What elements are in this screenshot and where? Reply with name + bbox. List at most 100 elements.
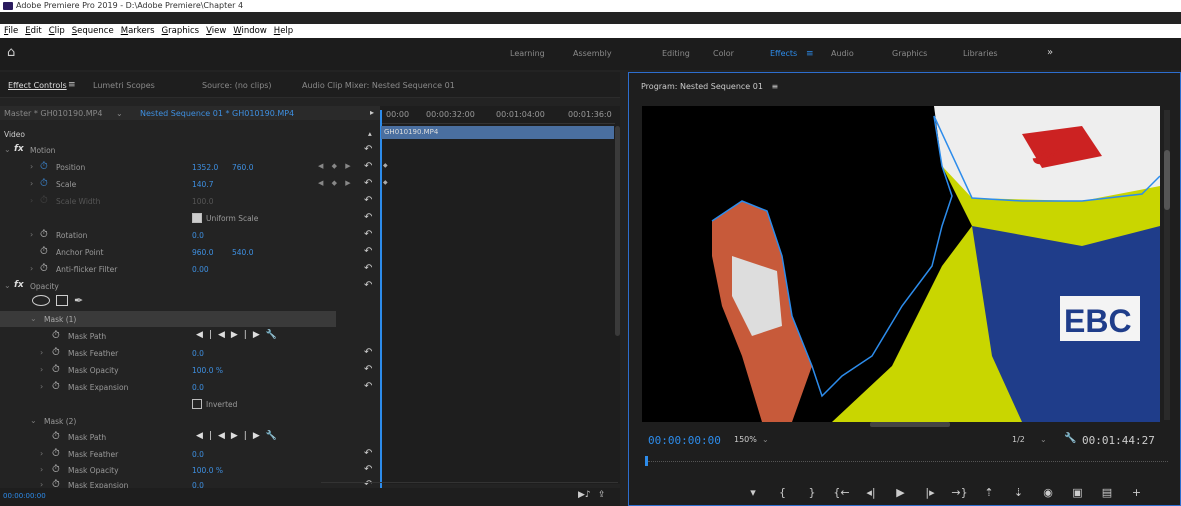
effect-controls-timecode[interactable]: 00:00:00:00	[3, 492, 46, 500]
timeline-clip[interactable]: GH010190.MP4	[381, 126, 614, 139]
menu-graphics[interactable]: Graphics	[162, 24, 200, 38]
mark-out-icon[interactable]: }	[799, 486, 825, 499]
scroll-up-icon[interactable]: ▴	[368, 129, 372, 138]
chevron-down-icon[interactable]: ⌄	[4, 145, 11, 154]
menu-help[interactable]: Help	[274, 24, 293, 38]
reset-icon[interactable]: ↶	[364, 364, 372, 375]
chevron-down-icon[interactable]: ⌄	[30, 314, 37, 323]
inverted-checkbox[interactable]	[192, 399, 202, 409]
chevron-right-icon[interactable]: ›	[30, 230, 33, 239]
scale-value[interactable]: 140.7	[192, 180, 213, 189]
reset-icon[interactable]: ↶	[364, 144, 372, 155]
reset-icon[interactable]: ↶	[364, 381, 372, 392]
anti-flicker-value[interactable]: 0.00	[192, 265, 209, 274]
workspace-audio[interactable]: Audio	[831, 49, 854, 58]
stopwatch-icon[interactable]: ⏱	[40, 229, 48, 240]
master-clip-label[interactable]: Master * GH010190.MP4	[4, 109, 103, 118]
mask-opacity-value[interactable]: 100.0 %	[192, 466, 223, 475]
panel-menu-icon[interactable]: ≡	[68, 80, 76, 90]
go-to-in-icon[interactable]: {←	[829, 486, 855, 499]
settings-wrench-icon[interactable]: 🔧	[1064, 433, 1076, 444]
anchor-x-value[interactable]: 960.0	[192, 248, 213, 257]
fx-icon[interactable]: fx	[14, 280, 24, 290]
stopwatch-icon[interactable]: ⏱	[40, 246, 48, 257]
reset-icon[interactable]: ↶	[364, 195, 372, 206]
tab-source[interactable]: Source: (no clips)	[202, 81, 272, 90]
chevron-right-icon[interactable]: ›	[30, 162, 33, 171]
playhead[interactable]	[380, 110, 382, 488]
multi-camera-icon[interactable]: ▤	[1094, 486, 1120, 499]
keyframe-nav-icon[interactable]: ◀ ◆ ▶	[318, 179, 354, 187]
stopwatch-icon[interactable]: ⏱	[52, 364, 60, 375]
reset-icon[interactable]: ↶	[364, 161, 372, 172]
export-frame-icon[interactable]: ◉	[1035, 486, 1061, 499]
workspace-graphics[interactable]: Graphics	[892, 49, 927, 58]
reset-icon[interactable]: ↶	[364, 246, 372, 257]
reset-icon[interactable]: ↶	[364, 464, 372, 475]
workspace-libraries[interactable]: Libraries	[963, 49, 998, 58]
reset-icon[interactable]: ↶	[364, 229, 372, 240]
chevron-down-icon[interactable]: ⌄	[1040, 435, 1047, 444]
menu-clip[interactable]: Clip	[49, 24, 65, 38]
program-vertical-scrollbar[interactable]	[1164, 110, 1170, 420]
uniform-scale-checkbox[interactable]	[192, 213, 202, 223]
stopwatch-icon[interactable]: ⏱	[52, 381, 60, 392]
effect-timeline-zoom-bar[interactable]	[321, 482, 618, 487]
step-forward-icon[interactable]: |▸	[917, 486, 943, 499]
chevron-down-icon[interactable]: ⌄	[762, 435, 769, 444]
mask-expansion-value[interactable]: 0.0	[192, 383, 204, 392]
reset-icon[interactable]: ↶	[364, 212, 372, 223]
workspace-effects[interactable]: Effects	[770, 49, 797, 58]
resolution-select[interactable]: 1/2	[1012, 435, 1025, 444]
workspace-learning[interactable]: Learning	[510, 49, 545, 58]
play-icon[interactable]: ▶	[888, 486, 914, 499]
export-icon[interactable]: ⇪	[598, 490, 606, 500]
extract-icon[interactable]: ⇣	[1006, 486, 1032, 499]
chevron-down-icon[interactable]: ⌄	[30, 416, 37, 425]
mask-track-controls-icon[interactable]: ◀|◀▶|▶🔧	[196, 330, 283, 340]
rectangle-mask-icon[interactable]	[56, 295, 68, 306]
chevron-right-icon[interactable]: ›	[40, 365, 43, 374]
stopwatch-icon[interactable]: ⏱	[52, 448, 60, 459]
keyframe-nav-icon[interactable]: ◀ ◆ ▶	[318, 162, 354, 170]
opacity-effect-row[interactable]: ⌄ fx Opacity ↶	[0, 278, 380, 294]
mask-track-controls-icon[interactable]: ◀|◀▶|▶🔧	[196, 431, 283, 441]
go-to-out-icon[interactable]: →}	[947, 486, 973, 499]
sequence-clip-label[interactable]: Nested Sequence 01 * GH010190.MP4	[140, 109, 294, 118]
chevron-right-icon[interactable]: ›	[40, 465, 43, 474]
zoom-level-select[interactable]: 150%	[734, 435, 757, 444]
stopwatch-icon[interactable]: ⏱	[52, 464, 60, 475]
program-time-ruler[interactable]	[648, 461, 1168, 467]
tab-lumetri-scopes[interactable]: Lumetri Scopes	[93, 81, 155, 90]
panel-menu-icon[interactable]: ≡	[771, 82, 778, 91]
keyframe-icon[interactable]: ◆	[383, 162, 388, 169]
workspace-color[interactable]: Color	[713, 49, 734, 58]
program-monitor-title[interactable]: Program: Nested Sequence 01 ≡	[641, 82, 778, 91]
workspace-menu-icon[interactable]: ≡	[806, 49, 814, 59]
stopwatch-icon[interactable]: ⏱	[52, 431, 60, 442]
mask-feather-value[interactable]: 0.0	[192, 349, 204, 358]
menu-window[interactable]: Window	[233, 24, 267, 38]
stopwatch-icon[interactable]: ⏱	[40, 161, 48, 172]
motion-effect-row[interactable]: ⌄ fx Motion ↶	[0, 142, 380, 158]
chevron-right-icon[interactable]: ›	[30, 264, 33, 273]
chevron-right-icon[interactable]: ›	[30, 179, 33, 188]
workspace-overflow-icon[interactable]: »	[1047, 47, 1053, 58]
mask-feather-value[interactable]: 0.0	[192, 450, 204, 459]
stopwatch-icon[interactable]: ⏱	[40, 263, 48, 274]
menu-sequence[interactable]: Sequence	[72, 24, 114, 38]
lift-icon[interactable]: ⇡	[976, 486, 1002, 499]
step-back-icon[interactable]: ◂|	[858, 486, 884, 499]
play-clip-audio-icon[interactable]: ▶♪	[578, 490, 591, 500]
chevron-right-icon[interactable]: ›	[40, 348, 43, 357]
chevron-right-icon[interactable]: ›	[40, 382, 43, 391]
add-button-icon[interactable]: +	[1124, 486, 1150, 499]
add-marker-icon[interactable]: ▾	[740, 486, 766, 499]
ellipse-mask-icon[interactable]	[32, 295, 50, 306]
timeline-scrollbar[interactable]	[615, 126, 620, 336]
chevron-down-icon[interactable]: ⌄	[4, 281, 11, 290]
keyframe-icon[interactable]: ◆	[383, 179, 388, 186]
home-icon[interactable]: ⌂	[7, 46, 21, 60]
rotation-value[interactable]: 0.0	[192, 231, 204, 240]
stopwatch-icon[interactable]: ⏱	[52, 330, 60, 341]
